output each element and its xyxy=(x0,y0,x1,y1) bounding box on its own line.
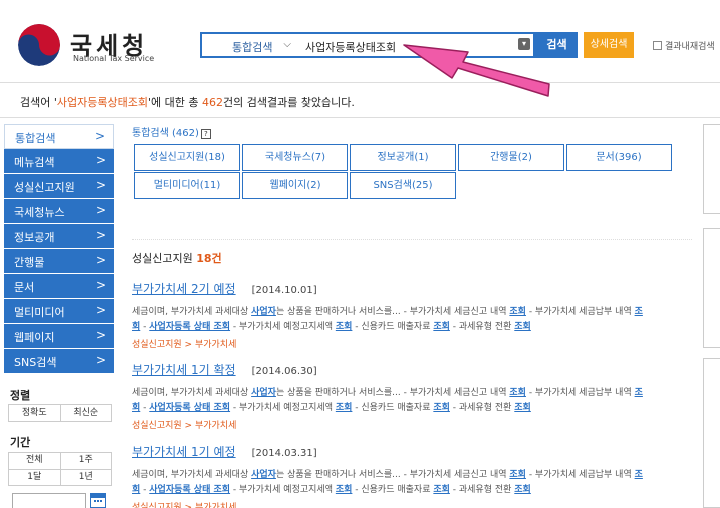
sidebar-item-publications[interactable]: 간행물 > xyxy=(4,249,114,274)
nts-logo-icon[interactable] xyxy=(18,24,60,66)
sidebar: 통합검색 > 메뉴검색 > 성실신고지원 > 국세청뉴스 > 정보공개 > 간행물 > 문서… xyxy=(4,124,114,374)
sidebar-item-label: 간행물 xyxy=(14,256,45,269)
sidebar-item-label: 통합검색 xyxy=(15,132,56,145)
sidebar-item-label: 성실신고지원 xyxy=(14,181,75,194)
chevron-right-icon: > xyxy=(94,129,105,143)
search-button[interactable]: 검색 xyxy=(535,32,578,58)
tab-heading: 통합검색 (462)? xyxy=(132,124,211,139)
chevron-right-icon: > xyxy=(95,303,106,317)
sidebar-item-multimedia[interactable]: 멀티미디어 > xyxy=(4,299,114,324)
sort-latest-button[interactable]: 최신순 xyxy=(59,405,112,421)
sidebar-item-webpages[interactable]: 웹페이지 > xyxy=(4,324,114,349)
sidebar-item-label: 정보공개 xyxy=(14,231,55,244)
sort-title: 정렬 xyxy=(10,389,31,402)
tab-multimedia[interactable]: 멀티미디어(11) xyxy=(134,172,240,199)
period-1year-button[interactable]: 1년 xyxy=(59,470,112,485)
period-1month-button[interactable]: 1달 xyxy=(9,470,60,485)
sidebar-item-label: 웹페이지 xyxy=(14,331,55,344)
result-date: [2014.03.31] xyxy=(251,448,317,459)
period-1week-button[interactable]: 1주 xyxy=(59,453,112,469)
sidebar-item-documents[interactable]: 문서 > xyxy=(4,274,114,299)
sidebar-item-sns[interactable]: SNS검색 > xyxy=(4,349,114,374)
sidebar-item-news[interactable]: 국세청뉴스 > xyxy=(4,199,114,224)
tab-documents[interactable]: 문서(396) xyxy=(566,144,672,171)
tab-disclosure[interactable]: 정보공개(1) xyxy=(350,144,456,171)
sidebar-item-label: 메뉴검색 xyxy=(14,156,55,169)
period-title: 기간 xyxy=(10,436,31,449)
sort-accuracy-button[interactable]: 정확도 xyxy=(9,405,60,421)
result-date: [2014.10.01] xyxy=(251,285,317,296)
result-breadcrumb[interactable]: 성실신고지원 > 부가가치세 xyxy=(132,418,692,431)
summary-count: 462 xyxy=(201,96,223,109)
header: 국세청 National Tax Service 통합검색 ⌵ 사업자등록상태조… xyxy=(0,0,720,82)
help-icon[interactable]: ? xyxy=(200,129,211,139)
result-snippet: 세금이며, 부가가치세 과세대상 사업자는 상품을 판매하거나 서비스를... … xyxy=(132,307,643,332)
right-scroll-panel[interactable] xyxy=(703,124,720,214)
result-snippet: 세금이며, 부가가치세 과세대상 사업자는 상품을 판매하거나 서비스를... … xyxy=(132,470,643,495)
summary-prefix: 검색어 ' xyxy=(20,96,57,109)
sidebar-item-label: SNS검색 xyxy=(14,356,57,369)
result-item: 부가가치세 2기 예정 [2014.10.01] 세금이며, 부가가치세 과세대상… xyxy=(132,280,692,350)
right-scroll-panel[interactable] xyxy=(703,228,720,348)
result-item: 부가가치세 1기 확정 [2014.06.30] 세금이며, 부가가치세 과세대상… xyxy=(132,361,692,431)
search-scope-select[interactable]: 통합검색 ⌵ xyxy=(200,32,298,58)
result-snippet: 세금이며, 부가가치세 과세대상 사업자는 상품을 판매하거나 서비스를... … xyxy=(132,388,643,413)
search-within-label: 결과내재검색 xyxy=(665,42,715,52)
tab-heading-text: 통합검색 (462) xyxy=(132,128,199,139)
search-scope-value: 통합검색 xyxy=(232,41,273,54)
sidebar-item-label: 국세청뉴스 xyxy=(14,206,65,219)
chevron-right-icon: > xyxy=(95,353,106,367)
chevron-down-icon: ⌵ xyxy=(283,39,291,50)
tab-webpages[interactable]: 웹페이지(2) xyxy=(242,172,348,199)
result-title-link[interactable]: 부가가치세 1기 예정 xyxy=(132,443,236,460)
chevron-right-icon: > xyxy=(95,153,106,167)
sidebar-item-menu[interactable]: 메뉴검색 > xyxy=(4,149,114,174)
period-all-button[interactable]: 전체 xyxy=(9,453,60,469)
sidebar-item-integrated[interactable]: 통합검색 > xyxy=(4,124,114,149)
summary-suffix: 건의 검색결과를 찾았습니다. xyxy=(222,96,355,109)
summary-middle: '에 대한 총 xyxy=(147,96,202,109)
chevron-right-icon: > xyxy=(95,253,106,267)
result-title-link[interactable]: 부가가치세 2기 예정 xyxy=(132,280,236,297)
sidebar-item-label: 문서 xyxy=(14,281,35,294)
summary-keyword: 사업자등록상태조회 xyxy=(56,96,148,109)
result-breadcrumb[interactable]: 성실신고지원 > 부가가치세 xyxy=(132,337,692,350)
section-title: 성실신고지원 18건 xyxy=(132,250,222,266)
calendar-icon[interactable] xyxy=(90,493,106,508)
dropdown-toggle-icon[interactable]: ▾ xyxy=(518,38,530,50)
sidebar-item-label: 멀티미디어 xyxy=(14,306,65,319)
tab-publications[interactable]: 간행물(2) xyxy=(458,144,564,171)
logo-subtitle: National Tax Service xyxy=(73,54,155,63)
search-summary: 검색어 '사업자등록상태조회'에 대한 총 462건의 검색결과를 찾았습니다. xyxy=(0,82,720,118)
sidebar-item-filing-support[interactable]: 성실신고지원 > xyxy=(4,174,114,199)
chevron-right-icon: > xyxy=(95,328,106,342)
sidebar-item-disclosure[interactable]: 정보공개 > xyxy=(4,224,114,249)
search-input[interactable]: 사업자등록상태조회 xyxy=(297,32,535,58)
detail-search-button[interactable]: 상세검색 xyxy=(584,32,634,58)
search-within-checkbox[interactable] xyxy=(653,41,662,50)
section-label: 성실신고지원 xyxy=(132,252,193,265)
chevron-right-icon: > xyxy=(95,203,106,217)
period-options: 전체 1주 1달 1년 xyxy=(8,452,112,486)
right-scroll-panel[interactable] xyxy=(703,358,720,508)
chevron-right-icon: > xyxy=(95,278,106,292)
section-count: 18건 xyxy=(196,252,222,265)
tab-sns[interactable]: SNS검색(25) xyxy=(350,172,456,199)
tab-news[interactable]: 국세청뉴스(7) xyxy=(242,144,348,171)
chevron-right-icon: > xyxy=(95,178,106,192)
result-date: [2014.06.30] xyxy=(251,366,317,377)
result-item: 부가가치세 1기 예정 [2014.03.31] 세금이며, 부가가치세 과세대상… xyxy=(132,443,692,508)
tab-filing-support[interactable]: 성실신고지원(18) xyxy=(134,144,240,171)
date-input[interactable] xyxy=(12,493,86,508)
sort-options: 정확도 최신순 xyxy=(8,404,112,422)
result-title-link[interactable]: 부가가치세 1기 확정 xyxy=(132,361,236,378)
chevron-right-icon: > xyxy=(95,228,106,242)
divider xyxy=(132,239,692,240)
result-breadcrumb[interactable]: 성실신고지원 > 부가가치세 xyxy=(132,500,692,508)
